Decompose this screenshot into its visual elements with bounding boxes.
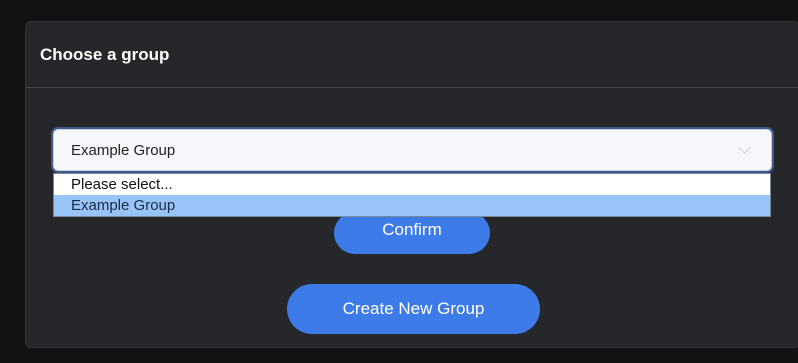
chevron-down-icon xyxy=(738,141,751,154)
modal-title: Choose a group xyxy=(40,44,170,64)
group-select[interactable]: Example Group xyxy=(53,129,772,171)
modal-header: Choose a group xyxy=(26,22,798,88)
confirm-button[interactable]: Confirm xyxy=(334,212,490,254)
dropdown-option-please-select[interactable]: Please select... xyxy=(54,174,770,195)
group-select-value: Example Group xyxy=(71,141,176,159)
choose-group-modal: Choose a group Example Group Confirm Ple… xyxy=(25,21,798,348)
dropdown-option-example-group[interactable]: Example Group xyxy=(54,195,770,216)
group-dropdown-list: Please select... Example Group xyxy=(53,173,771,217)
create-new-group-button[interactable]: Create New Group xyxy=(287,284,540,334)
